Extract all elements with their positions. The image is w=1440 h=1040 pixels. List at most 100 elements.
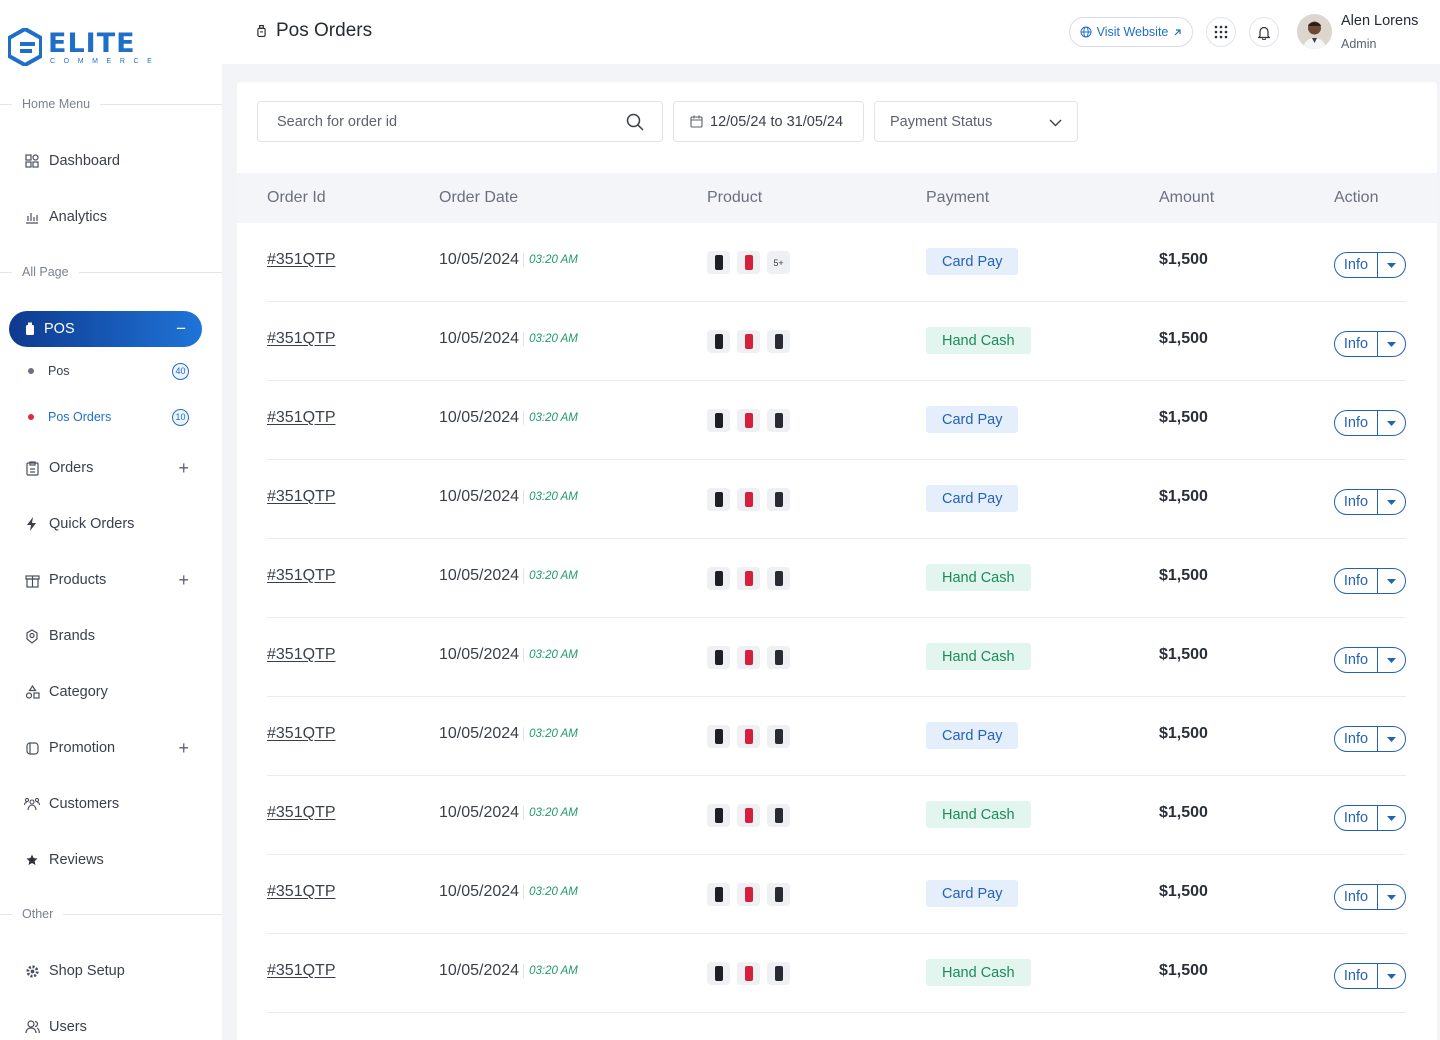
info-button[interactable]: Info <box>1335 332 1378 356</box>
action-dropdown-button[interactable] <box>1378 806 1405 830</box>
column-header[interactable]: Order Id <box>267 189 326 207</box>
notifications-button[interactable] <box>1249 17 1279 47</box>
sidebar-subitem-pos[interactable]: Pos 40 <box>28 360 193 382</box>
action-dropdown-button[interactable] <box>1378 411 1405 435</box>
column-header[interactable]: Payment <box>926 189 989 207</box>
order-id-link[interactable]: #351QTP <box>267 488 335 506</box>
product-thumbnail[interactable] <box>737 646 760 669</box>
expand-icon[interactable]: + <box>178 570 189 591</box>
sidebar-item-orders[interactable]: Orders + <box>24 453 199 483</box>
order-id-link[interactable]: #351QTP <box>267 567 335 585</box>
info-button[interactable]: Info <box>1335 964 1378 988</box>
product-thumbnail[interactable] <box>737 330 760 353</box>
column-header[interactable]: Amount <box>1159 189 1214 207</box>
action-dropdown-button[interactable] <box>1378 964 1405 988</box>
action-dropdown-button[interactable] <box>1378 569 1405 593</box>
sidebar-item-reviews[interactable]: Reviews <box>24 845 199 875</box>
apps-grid-button[interactable] <box>1206 17 1236 47</box>
action-dropdown-button[interactable] <box>1378 490 1405 514</box>
pos-icon <box>25 322 35 336</box>
info-button[interactable]: Info <box>1335 411 1378 435</box>
product-thumbnail[interactable] <box>767 883 790 906</box>
product-thumbnail[interactable] <box>767 804 790 827</box>
product-thumbnail[interactable] <box>707 409 730 432</box>
info-button[interactable]: Info <box>1335 253 1378 277</box>
sidebar-item-pos[interactable]: POS − <box>9 311 202 347</box>
product-thumbnail[interactable] <box>707 962 730 985</box>
sidebar-item-quick-orders[interactable]: Quick Orders <box>24 509 199 539</box>
product-thumbnail[interactable] <box>767 725 790 748</box>
action-dropdown-button[interactable] <box>1378 885 1405 909</box>
order-id-link[interactable]: #351QTP <box>267 409 335 427</box>
sidebar-item-brands[interactable]: Brands <box>24 621 199 651</box>
sidebar-item-analytics[interactable]: Analytics <box>24 202 199 232</box>
info-button[interactable]: Info <box>1335 885 1378 909</box>
table-row: #351QTP 10/05/2024 03:20 AM Hand Cash $1,500… <box>267 302 1406 381</box>
column-header[interactable]: Order Date <box>439 189 518 207</box>
product-thumbnail[interactable] <box>767 646 790 669</box>
info-button[interactable]: Info <box>1335 490 1378 514</box>
product-thumbnail[interactable] <box>737 409 760 432</box>
action-dropdown-button[interactable] <box>1378 727 1405 751</box>
column-header[interactable]: Action <box>1334 189 1378 207</box>
sidebar-item-products[interactable]: Products + <box>24 565 199 595</box>
product-thumbnail[interactable] <box>707 883 730 906</box>
order-id-link[interactable]: #351QTP <box>267 251 335 269</box>
sidebar-item-shop-setup[interactable]: Shop Setup <box>24 956 199 986</box>
order-id-link[interactable]: #351QTP <box>267 883 335 901</box>
sidebar-item-category[interactable]: Category <box>24 677 199 707</box>
product-thumbnail[interactable] <box>767 488 790 511</box>
expand-icon[interactable]: + <box>178 738 189 759</box>
order-id-link[interactable]: #351QTP <box>267 804 335 822</box>
payment-status-select[interactable]: Payment Status <box>874 101 1078 142</box>
avatar[interactable] <box>1297 14 1332 49</box>
product-thumbnail[interactable] <box>767 409 790 432</box>
product-thumbnail[interactable] <box>767 567 790 590</box>
product-thumbnail[interactable] <box>707 567 730 590</box>
product-thumbnail[interactable] <box>737 883 760 906</box>
info-button[interactable]: Info <box>1335 806 1378 830</box>
action-dropdown-button[interactable] <box>1378 253 1405 277</box>
sidebar-subitem-pos-orders[interactable]: Pos Orders 10 <box>28 406 193 428</box>
brand-logo[interactable]: ELITE COMMERCE <box>8 28 160 66</box>
product-thumbnail[interactable] <box>737 725 760 748</box>
order-id-link[interactable]: #351QTP <box>267 725 335 743</box>
product-thumbnail[interactable] <box>707 251 730 274</box>
column-header[interactable]: Product <box>707 189 762 207</box>
product-thumbnail[interactable] <box>737 488 760 511</box>
order-date: 10/05/2024 03:20 AM <box>439 804 578 822</box>
search-icon[interactable] <box>626 113 644 135</box>
product-thumbnail[interactable] <box>707 804 730 827</box>
product-thumbnail[interactable] <box>707 725 730 748</box>
action-dropdown-button[interactable] <box>1378 332 1405 356</box>
product-thumbnail[interactable] <box>737 804 760 827</box>
order-id-link[interactable]: #351QTP <box>267 646 335 664</box>
product-thumbnail[interactable] <box>737 962 760 985</box>
order-id-link[interactable]: #351QTP <box>267 330 335 348</box>
product-thumbnail[interactable] <box>707 330 730 353</box>
sidebar-item-promotion[interactable]: Promotion + <box>24 733 199 763</box>
top-bar: Pos Orders Visit Website Alen Lorens Adm… <box>222 0 1440 64</box>
product-thumbnail[interactable] <box>707 646 730 669</box>
search-input[interactable]: Search for order id <box>257 101 663 142</box>
product-thumbnail[interactable] <box>767 330 790 353</box>
info-button[interactable]: Info <box>1335 569 1378 593</box>
action-dropdown-button[interactable] <box>1378 648 1405 672</box>
order-amount: $1,500 <box>1159 409 1208 426</box>
sidebar-item-users[interactable]: Users <box>24 1012 199 1040</box>
collapse-icon[interactable]: − <box>176 319 186 339</box>
date-range-filter[interactable]: 12/05/24 to 31/05/24 <box>673 101 864 142</box>
more-products-badge[interactable]: 5+ <box>767 251 790 274</box>
info-button[interactable]: Info <box>1335 648 1378 672</box>
sidebar-item-dashboard[interactable]: Dashboard <box>24 146 199 176</box>
product-thumbnail[interactable] <box>737 567 760 590</box>
order-date: 10/05/2024 03:20 AM <box>439 883 578 901</box>
info-button[interactable]: Info <box>1335 727 1378 751</box>
sidebar-item-customers[interactable]: Customers <box>24 789 199 819</box>
order-id-link[interactable]: #351QTP <box>267 962 335 980</box>
visit-website-button[interactable]: Visit Website <box>1069 17 1193 47</box>
product-thumbnail[interactable] <box>767 962 790 985</box>
product-thumbnail[interactable] <box>737 251 760 274</box>
expand-icon[interactable]: + <box>178 458 189 479</box>
product-thumbnail[interactable] <box>707 488 730 511</box>
